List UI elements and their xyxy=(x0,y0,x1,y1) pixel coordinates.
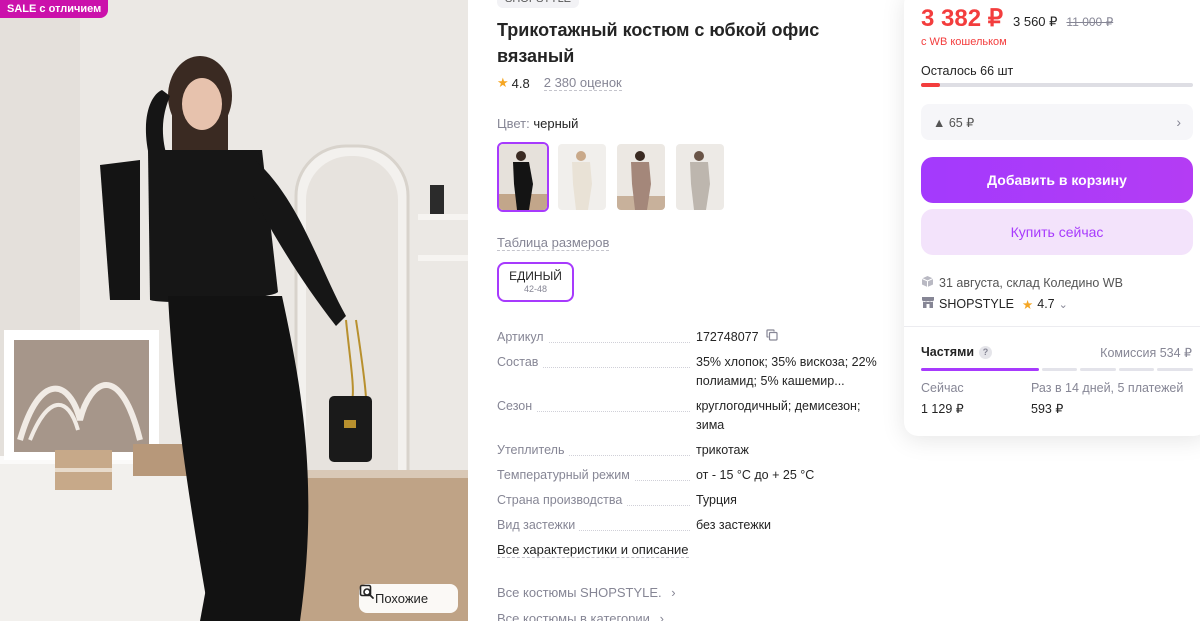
stock-bar-fill xyxy=(921,83,941,87)
rating-row: ★ 4.8 2 380 оценок xyxy=(497,75,622,91)
buy-now-button[interactable]: Купить сейчас xyxy=(921,209,1193,255)
color-label: Цвет: черный xyxy=(497,116,578,131)
spec-value: от - 15 °C до + 25 °C xyxy=(696,468,815,483)
box-icon xyxy=(921,275,934,291)
similar-button[interactable]: Похожие xyxy=(359,584,458,613)
spec-row-insulation: Утеплитель трикотаж xyxy=(497,441,882,460)
swatch-grey[interactable] xyxy=(674,142,726,212)
chevron-right-icon: › xyxy=(659,611,664,621)
delivery-text: 31 августа, склад Коледино WB xyxy=(939,276,1123,290)
reviews-link[interactable]: 2 380 оценок xyxy=(543,75,622,91)
size-range: 42-48 xyxy=(523,284,548,294)
product-title: Трикотажный костюм с юбкой офис вязаный xyxy=(497,20,820,66)
buy-card: 3 382 ₽ 3 560 ₽ 11 000 ₽ с WB кошельком … xyxy=(904,0,1200,436)
spec-row-fastener: Вид застежки без застежки xyxy=(497,516,882,535)
spec-key: Артикул xyxy=(497,330,548,344)
commission: Комиссия 534 ₽ xyxy=(1100,346,1192,360)
chevron-right-icon: › xyxy=(671,585,676,600)
divider xyxy=(904,326,1200,327)
help-icon[interactable]: ? xyxy=(979,345,993,359)
price-without-wallet: 3 560 ₽ xyxy=(1013,14,1058,29)
star-icon: ★ xyxy=(1022,297,1034,312)
spec-row-season: Сезон круглогодичный; демисезон; зима xyxy=(497,397,882,435)
spec-row-temperature: Температурный режим от - 15 °C до + 25 °… xyxy=(497,466,882,485)
price-old: 11 000 ₽ xyxy=(1066,15,1114,29)
brand-costumes-link[interactable]: Все костюмы SHOPSTYLE. › xyxy=(497,585,676,600)
swatch-cream[interactable] xyxy=(556,142,608,212)
price-current: 3 382 ₽ xyxy=(921,5,1003,32)
spec-key: Температурный режим xyxy=(497,468,634,483)
shop-icon xyxy=(921,296,935,312)
add-to-cart-button[interactable]: Добавить в корзину xyxy=(921,157,1193,203)
spec-key: Страна производства xyxy=(497,493,627,508)
spec-key: Утеплитель xyxy=(497,443,569,458)
spec-value: 35% хлопок; 35% вискоза; 22% полиамид; 5… xyxy=(696,355,877,389)
spec-key: Вид застежки xyxy=(497,518,580,533)
category-costumes-label: Все костюмы в категории xyxy=(497,611,650,621)
plan-now-amount: 1 129 ₽ xyxy=(921,402,964,416)
spec-value: трикотаж xyxy=(696,443,749,458)
size-name: ЕДИНЫЙ xyxy=(509,269,562,283)
spec-value: 172748077 xyxy=(696,330,759,344)
size-option[interactable]: ЕДИНЫЙ 42-48 xyxy=(497,262,574,302)
category-costumes-link[interactable]: Все костюмы в категории › xyxy=(497,611,664,621)
plan-later-amount: 593 ₽ xyxy=(1031,402,1064,416)
chevron-right-icon: › xyxy=(1176,114,1181,130)
installments-progress xyxy=(921,368,1193,371)
installments-label: Частями ? xyxy=(921,345,993,359)
installments-title: Частями xyxy=(921,345,975,359)
brand-chip[interactable]: SHOPSTYLE xyxy=(497,0,580,8)
plan-now-label: Сейчас xyxy=(921,381,964,395)
brand-costumes-label: Все костюмы SHOPSTYLE. xyxy=(497,585,662,600)
delivery-info: 31 августа, склад Коледино WB xyxy=(921,275,1123,291)
star-icon: ★ xyxy=(497,75,509,90)
product-photo[interactable]: SALE с отличием Похожие xyxy=(0,0,468,621)
seller-info[interactable]: SHOPSTYLE ★ 4.7 ⌄ xyxy=(921,296,1068,312)
wallet-note: с WB кошельком xyxy=(921,36,1007,48)
photo-illustration xyxy=(0,0,468,621)
size-table-link[interactable]: Таблица размеров xyxy=(497,235,610,251)
seller-name: SHOPSTYLE xyxy=(939,297,1015,311)
seller-rating: 4.7 xyxy=(1037,297,1055,311)
spec-row-composition: Состав 35% хлопок; 35% вискоза; 22% поли… xyxy=(497,353,882,391)
color-value: черный xyxy=(533,116,579,131)
rating-value: 4.8 xyxy=(511,75,530,91)
discount-value: ▲ 65 ₽ xyxy=(933,115,975,130)
spec-value: без застежки xyxy=(696,518,772,533)
spec-row-article: Артикул 172748077 xyxy=(497,328,882,347)
swatch-mocha[interactable] xyxy=(615,142,667,212)
discount-dropdown[interactable]: ▲ 65 ₽ › xyxy=(921,104,1193,140)
spec-value: Турция xyxy=(696,493,737,508)
plan-later-label: Раз в 14 дней, 5 платежей xyxy=(1031,381,1184,395)
stock-bar xyxy=(921,83,1193,87)
chevron-down-icon: ⌄ xyxy=(1058,298,1068,311)
spec-key: Состав xyxy=(497,355,543,370)
color-caption: Цвет: xyxy=(497,116,530,131)
all-specs-link[interactable]: Все характеристики и описание xyxy=(497,542,689,558)
color-swatches xyxy=(497,142,726,212)
spec-row-country: Страна производства Турция xyxy=(497,491,882,510)
copy-icon[interactable] xyxy=(766,328,778,347)
stock-left: Осталось 66 шт xyxy=(921,64,1014,78)
sale-badge: SALE с отличием xyxy=(0,0,109,18)
specs-list: Артикул 172748077 Состав 35% хлопок; 35%… xyxy=(497,328,882,541)
swatch-black[interactable] xyxy=(497,142,549,212)
spec-value: круглогодичный; демисезон; зима xyxy=(696,399,861,433)
plan-later: Раз в 14 дней, 5 платежей 593 ₽ xyxy=(1031,381,1183,416)
similar-label: Похожие xyxy=(375,591,429,606)
price-row: 3 382 ₽ 3 560 ₽ 11 000 ₽ xyxy=(921,4,1113,33)
plan-now: Сейчас 1 129 ₽ xyxy=(921,381,964,416)
spec-key: Сезон xyxy=(497,399,537,414)
